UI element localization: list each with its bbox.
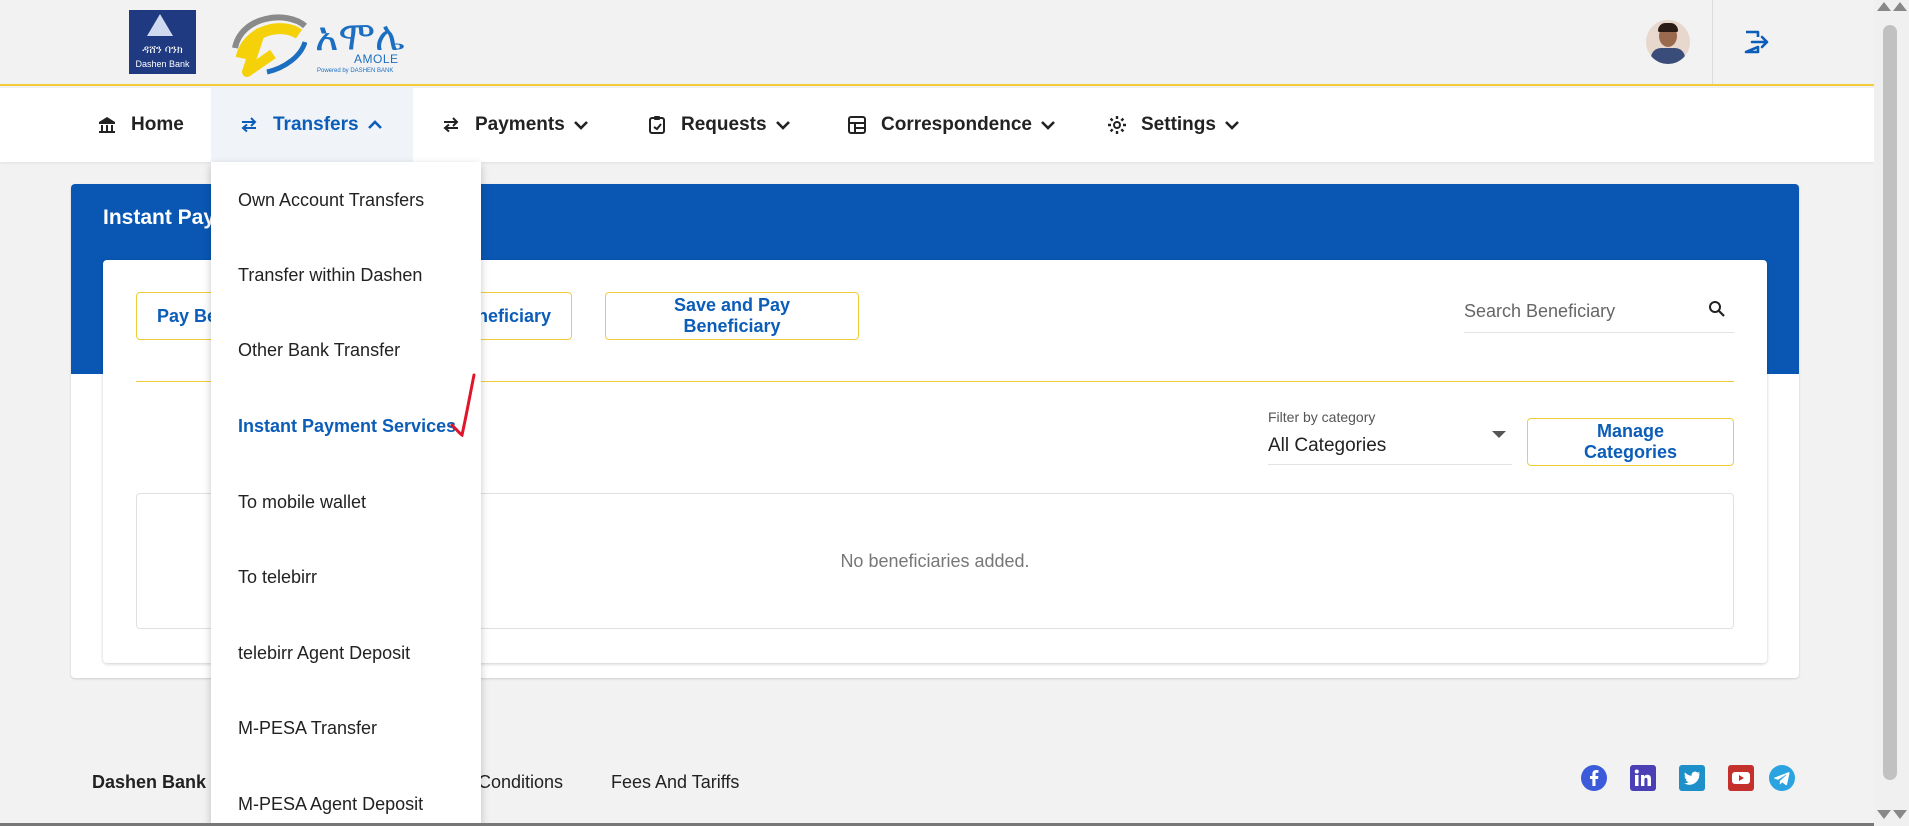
- nav-settings[interactable]: Settings: [1107, 88, 1240, 162]
- dashen-logo-english: Dashen Bank: [135, 59, 190, 69]
- menu-item-instant-payment-services[interactable]: Instant Payment Services: [238, 416, 456, 437]
- manage-categories-button[interactable]: Manage Categories: [1527, 418, 1734, 466]
- scroll-up-icon[interactable]: [1893, 2, 1907, 11]
- menu-item-telebirr-agent-deposit[interactable]: telebirr Agent Deposit: [238, 643, 410, 664]
- nav-correspondence[interactable]: Correspondence: [847, 88, 1056, 162]
- save-and-pay-beneficiary-button[interactable]: Save and Pay Beneficiary: [605, 292, 859, 340]
- amole-logo[interactable]: አሞሌ AMOLE Powered by DASHEN BANK: [227, 8, 405, 78]
- menu-item-mpesa-transfer[interactable]: M-PESA Transfer: [238, 718, 377, 739]
- transfers-dropdown-menu: Own Account Transfers Transfer within Da…: [211, 162, 481, 826]
- youtube-icon[interactable]: [1727, 764, 1755, 792]
- dashboard-icon: [848, 116, 866, 134]
- top-header: ዳሸን ባንክ Dashen Bank አሞሌ AMOLE Powered by…: [0, 0, 1874, 86]
- gear-icon: [1108, 116, 1126, 134]
- linkedin-icon[interactable]: [1629, 764, 1657, 792]
- nav-transfers-label: Transfers: [273, 114, 359, 135]
- caret-down-icon: [1492, 431, 1506, 438]
- category-filter[interactable]: Filter by category All Categories: [1268, 407, 1512, 465]
- transfer-arrows-icon: [443, 117, 459, 133]
- nav-requests[interactable]: Requests: [647, 88, 791, 162]
- scroll-down-icon[interactable]: [1893, 810, 1907, 819]
- menu-item-mpesa-agent-deposit[interactable]: M-PESA Agent Deposit: [238, 794, 423, 815]
- scroll-up-icon[interactable]: [1877, 2, 1891, 11]
- footer-bank-name: Dashen Bank: [92, 772, 207, 792]
- chevron-down-icon: [775, 121, 790, 130]
- chevron-down-icon: [573, 121, 588, 130]
- nav-payments-label: Payments: [475, 114, 565, 135]
- nav-payments[interactable]: Payments: [441, 88, 589, 162]
- amole-subtitle: AMOLE: [354, 52, 399, 66]
- menu-item-to-mobile-wallet[interactable]: To mobile wallet: [238, 492, 366, 513]
- menu-item-transfer-within-dashen[interactable]: Transfer within Dashen: [238, 265, 422, 286]
- menu-item-to-telebirr[interactable]: To telebirr: [238, 567, 317, 588]
- nav-home[interactable]: Home: [97, 88, 184, 162]
- chevron-down-icon: [1225, 121, 1239, 130]
- nav-requests-label: Requests: [681, 114, 767, 135]
- main-nav: Home Transfers Payments Requests Corresp…: [0, 88, 1874, 162]
- facebook-icon[interactable]: [1580, 764, 1608, 792]
- nav-settings-label: Settings: [1141, 114, 1216, 135]
- nav-home-label: Home: [131, 114, 184, 135]
- menu-item-own-account-transfers[interactable]: Own Account Transfers: [238, 190, 424, 211]
- twitter-icon[interactable]: [1678, 764, 1706, 792]
- telegram-icon[interactable]: [1768, 764, 1796, 792]
- scroll-down-icon[interactable]: [1877, 810, 1891, 819]
- filter-value: All Categories: [1268, 435, 1387, 456]
- footer-terms-link[interactable]: Conditions: [478, 772, 563, 793]
- chevron-down-icon: [1041, 121, 1055, 130]
- menu-item-other-bank-transfer[interactable]: Other Bank Transfer: [238, 340, 400, 361]
- user-avatar[interactable]: [1646, 20, 1690, 64]
- nav-correspondence-label: Correspondence: [881, 114, 1032, 135]
- amole-swirl-icon: [232, 14, 307, 77]
- search-beneficiary: [1464, 292, 1734, 333]
- header-divider: [1712, 0, 1713, 84]
- amole-powered-by: Powered by DASHEN BANK: [317, 68, 394, 74]
- search-icon[interactable]: [1708, 300, 1726, 318]
- dashen-logo-amharic: ዳሸን ባንክ: [142, 44, 183, 56]
- filter-label: Filter by category: [1268, 409, 1376, 425]
- bank-icon: [99, 117, 115, 133]
- search-input[interactable]: [1464, 296, 1704, 326]
- page-title: Instant Pay: [103, 206, 216, 229]
- footer-fees-link[interactable]: Fees And Tariffs: [611, 772, 739, 793]
- scrollbar-thumb[interactable]: [1883, 25, 1897, 780]
- nav-transfers[interactable]: Transfers: [211, 88, 413, 162]
- dashen-bank-logo[interactable]: ዳሸን ባንክ Dashen Bank: [129, 10, 196, 74]
- chevron-up-icon: [367, 120, 382, 129]
- logout-icon[interactable]: [1742, 28, 1770, 56]
- clipboard-icon: [649, 116, 665, 134]
- transfer-arrows-icon: [241, 117, 257, 133]
- red-checkmark-annotation-icon: [450, 373, 476, 437]
